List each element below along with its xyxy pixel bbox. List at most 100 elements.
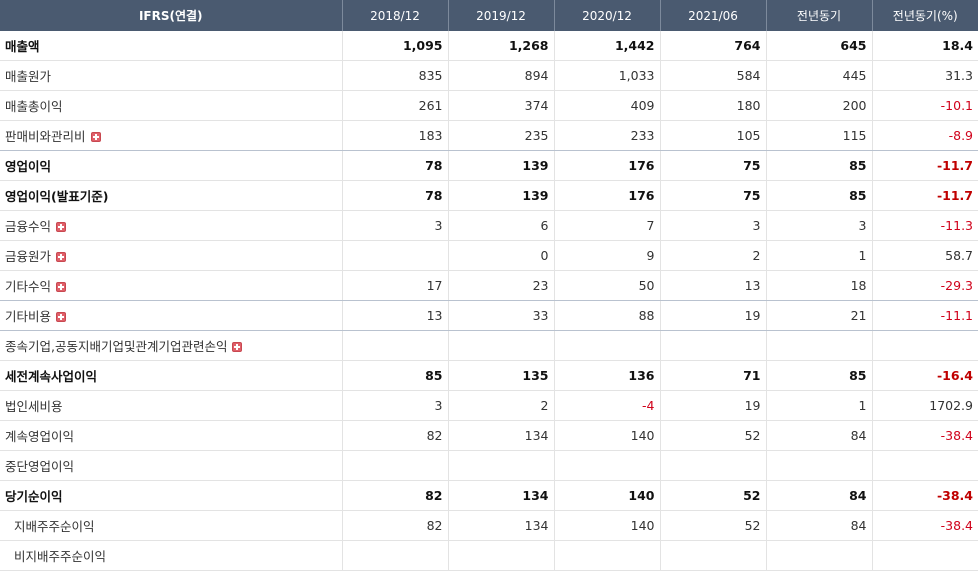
table-cell: 19 [659, 300, 766, 331]
table-cell: 835 [341, 60, 448, 91]
row-label: 매출총이익 [0, 90, 342, 121]
table-cell: 82 [341, 480, 448, 511]
header-col-2019-12: 2019/12 [447, 0, 554, 31]
table-row: 영업이익 78 139 176 75 85 -11.7 [0, 150, 978, 181]
row-label: 금융수익 [5, 219, 52, 234]
table-cell: 52 [659, 480, 766, 511]
table-row: 금융원가 0 9 2 1 58.7 [0, 240, 978, 271]
table-cell: 21 [765, 300, 872, 331]
plus-box-icon[interactable] [232, 342, 243, 352]
table-cell: 140 [553, 480, 660, 511]
table-cell: 23 [447, 270, 554, 301]
table-cell: 1 [765, 390, 872, 421]
table-cell: 139 [447, 150, 554, 181]
table-cell: -8.9 [871, 120, 978, 151]
table-cell: -38.4 [871, 480, 978, 511]
table-cell: 200 [765, 90, 872, 121]
table-cell: 88 [553, 300, 660, 331]
table-cell: 3 [659, 210, 766, 241]
table-row: 매출총이익 261 374 409 180 200 -10.1 [0, 90, 978, 121]
table-cell [871, 540, 978, 571]
plus-box-icon[interactable] [56, 282, 67, 292]
table-cell: 50 [553, 270, 660, 301]
table-cell: 1702.9 [871, 390, 978, 421]
row-label-cell: 금융원가 [0, 240, 342, 271]
header-row: IFRS(연결) 2018/12 2019/12 2020/12 2021/06… [0, 0, 978, 31]
table-cell: 6 [447, 210, 554, 241]
header-col-2018-12: 2018/12 [341, 0, 448, 31]
header-col-2020-12: 2020/12 [553, 0, 660, 31]
table-cell [341, 240, 448, 271]
header-col-prev-year-pct: 전년동기(%) [871, 0, 978, 31]
table-cell: 17 [341, 270, 448, 301]
table-cell: 71 [659, 360, 766, 391]
plus-box-icon[interactable] [56, 252, 67, 262]
table-cell: -10.1 [871, 90, 978, 121]
row-label: 비지배주주순이익 [0, 540, 342, 571]
row-label: 기타비용 [5, 309, 52, 324]
table-row: 매출액 1,095 1,268 1,442 764 645 18.4 [0, 31, 978, 61]
row-label: 세전계속사업이익 [0, 360, 342, 391]
table-cell: 7 [553, 210, 660, 241]
table-row: 영업이익(발표기준) 78 139 176 75 85 -11.7 [0, 180, 978, 211]
table-cell: 85 [765, 360, 872, 391]
header-title: IFRS(연결) [0, 0, 342, 31]
row-label-cell: 종속기업,공동지배기업및관계기업관련손익 [0, 330, 342, 361]
table-cell: 18 [765, 270, 872, 301]
table-cell: 134 [447, 480, 554, 511]
table-cell [553, 330, 660, 361]
table-cell: 894 [447, 60, 554, 91]
table-cell: -16.4 [871, 360, 978, 391]
table-cell: 84 [765, 480, 872, 511]
table-cell: -11.7 [871, 180, 978, 211]
table-cell: 84 [765, 420, 872, 451]
table-cell: 180 [659, 90, 766, 121]
table-cell: 134 [447, 510, 554, 541]
table-cell: 183 [341, 120, 448, 151]
table-cell: -29.3 [871, 270, 978, 301]
table-cell: 2 [659, 240, 766, 271]
table-cell: 9 [553, 240, 660, 271]
plus-box-icon[interactable] [90, 132, 101, 142]
row-label-cell: 기타비용 [0, 300, 342, 331]
row-label: 종속기업,공동지배기업및관계기업관련손익 [5, 339, 228, 354]
row-label: 매출액 [0, 31, 342, 61]
table-cell [871, 450, 978, 481]
table-cell: 85 [341, 360, 448, 391]
table-cell: 33 [447, 300, 554, 331]
table-cell: 139 [447, 180, 554, 211]
table-cell [447, 330, 554, 361]
table-row: 법인세비용 3 2 -4 19 1 1702.9 [0, 390, 978, 421]
table-row: 매출원가 835 894 1,033 584 445 31.3 [0, 60, 978, 91]
table-cell: 235 [447, 120, 554, 151]
row-label: 매출원가 [0, 60, 342, 91]
table-cell: 0 [447, 240, 554, 271]
table-cell: 584 [659, 60, 766, 91]
table-cell: -11.1 [871, 300, 978, 331]
income-statement-table: IFRS(연결) 2018/12 2019/12 2020/12 2021/06… [0, 0, 978, 571]
table-row: 기타비용 13 33 88 19 21 -11.1 [0, 300, 978, 331]
row-label-cell: 금융수익 [0, 210, 342, 241]
table-cell: 140 [553, 510, 660, 541]
table-cell: 374 [447, 90, 554, 121]
table-cell: -11.3 [871, 210, 978, 241]
table-cell: 1,268 [447, 31, 554, 61]
table-cell: -38.4 [871, 420, 978, 451]
table-cell: 176 [553, 150, 660, 181]
table-cell: 645 [765, 31, 872, 61]
row-label: 중단영업이익 [0, 450, 342, 481]
table-cell: 105 [659, 120, 766, 151]
table-cell: 18.4 [871, 31, 978, 61]
row-label: 영업이익(발표기준) [0, 180, 342, 211]
plus-box-icon[interactable] [56, 312, 67, 322]
table-cell: 140 [553, 420, 660, 451]
plus-box-icon[interactable] [56, 222, 67, 232]
table-cell [341, 540, 448, 571]
table-cell [447, 540, 554, 571]
row-label: 금융원가 [5, 249, 52, 264]
table-cell [659, 330, 766, 361]
table-cell: 445 [765, 60, 872, 91]
table-cell: 1 [765, 240, 872, 271]
table-row: 비지배주주순이익 [0, 540, 978, 571]
table-row: 기타수익 17 23 50 13 18 -29.3 [0, 270, 978, 301]
